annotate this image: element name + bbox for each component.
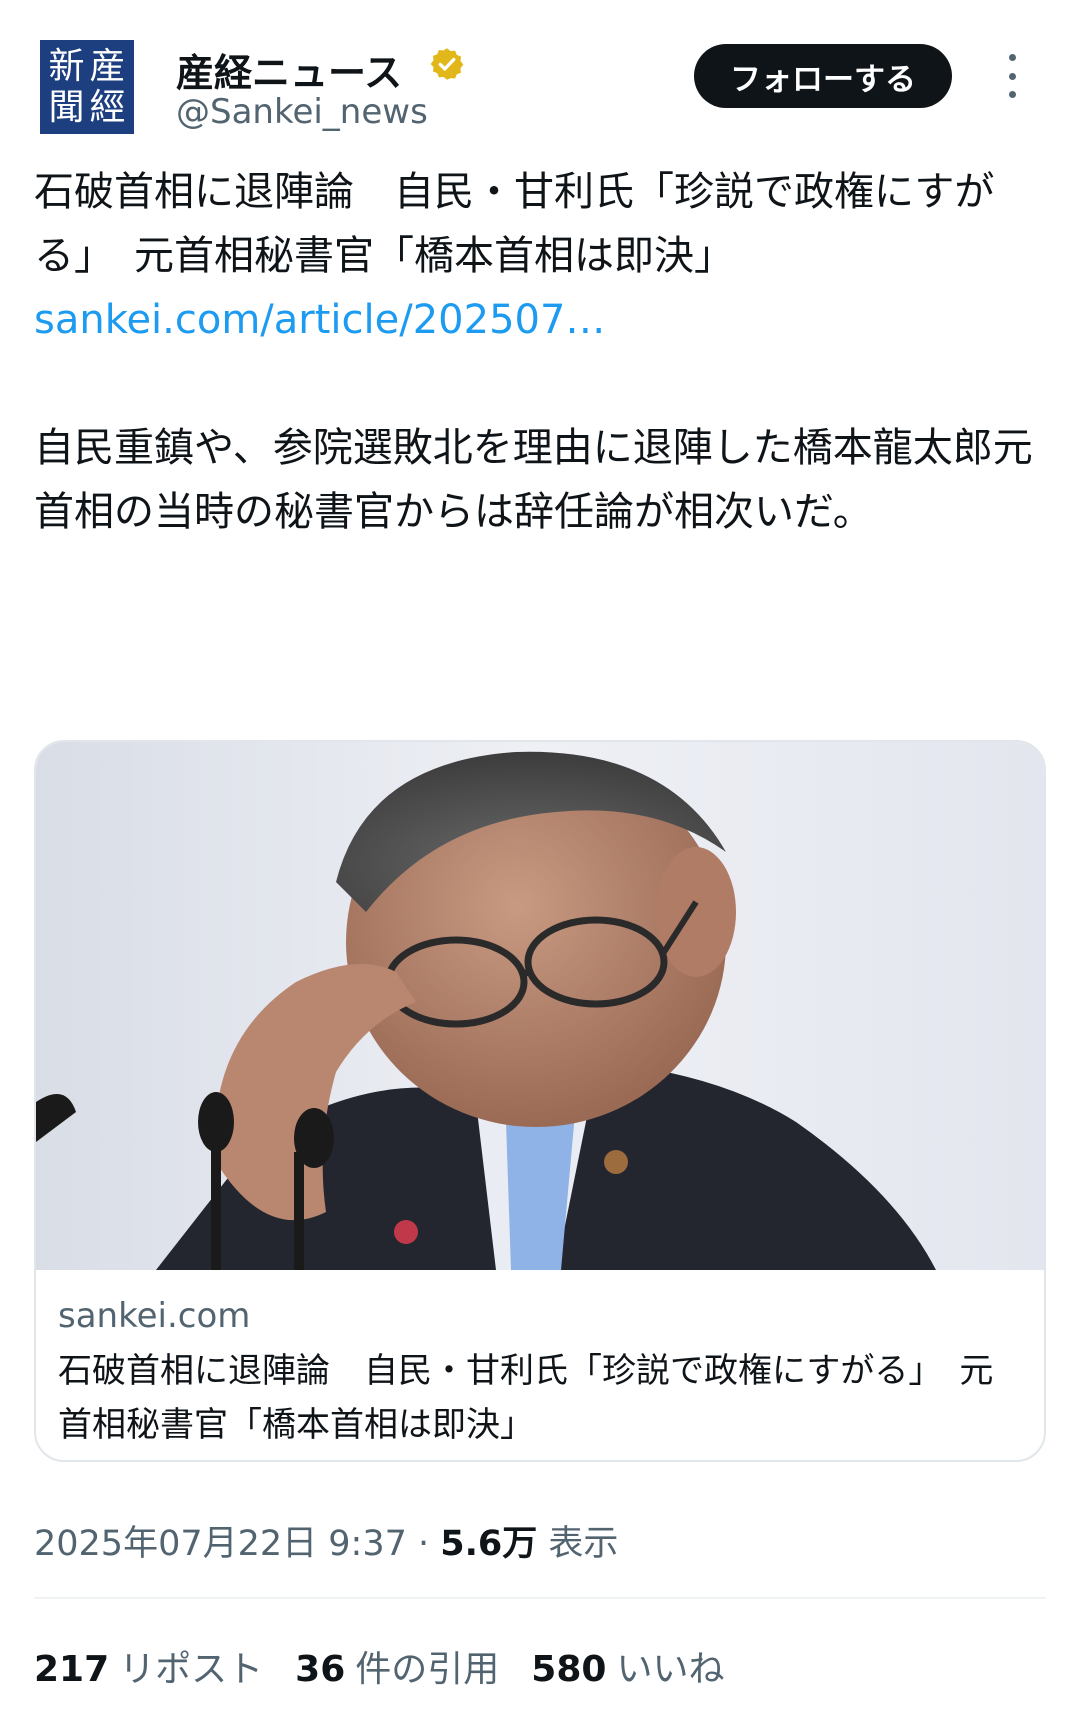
article-link[interactable]: sankei.com/article/202507… xyxy=(34,288,1034,352)
engagement-stats: 217 リポスト 36 件の引用 580 いいね xyxy=(34,1640,724,1692)
card-domain: sankei.com xyxy=(58,1296,251,1336)
card-meta: sankei.com 石破首相に退陣論 自民・甘利氏「珍説で政権にすがる」 元首… xyxy=(58,1292,1018,1452)
card-title: 石破首相に退陣論 自民・甘利氏「珍説で政権にすがる」 元首相秘書官「橋本首相は即… xyxy=(58,1351,994,1445)
quotes-count: 36 xyxy=(295,1649,346,1690)
tweet-text: 石破首相に退陣論 自民・甘利氏「珍説で政権にすがる」 元首相秘書官「橋本首相は即… xyxy=(34,160,1034,544)
divider xyxy=(34,1597,1046,1599)
tweet-page: 新 産 聞 經 産経ニュース @Sankei_news フォローする 石破首相に… xyxy=(0,0,1080,1726)
logo-char: 經 xyxy=(89,86,126,128)
logo-char: 聞 xyxy=(48,86,85,128)
tweet-body: 自民重鎮や、参院選敗北を理由に退陣した橋本龍太郎元首相の当時の秘書官からは辞任論… xyxy=(34,425,1033,535)
account-name[interactable]: 産経ニュース xyxy=(176,42,402,97)
likes-label: いいね xyxy=(616,1649,725,1690)
reposts-count: 217 xyxy=(34,1649,110,1690)
quotes-label: 件の引用 xyxy=(355,1649,500,1690)
tweet-header: 新 産 聞 經 産経ニュース @Sankei_news フォローする xyxy=(34,36,1046,136)
sankei-logo-avatar[interactable]: 新 産 聞 經 xyxy=(40,40,134,134)
timestamp-text[interactable]: 2025年07月22日 9:37 xyxy=(34,1524,407,1564)
logo-char: 産 xyxy=(89,45,126,87)
likes-stat[interactable]: 580 いいね xyxy=(531,1640,724,1692)
reposts-stat[interactable]: 217 リポスト xyxy=(34,1640,263,1692)
views-count: 5.6万 xyxy=(440,1524,538,1564)
tweet-headline: 石破首相に退陣論 自民・甘利氏「珍説で政権にすがる」 元首相秘書官「橋本首相は即… xyxy=(34,169,995,279)
reposts-label: リポスト xyxy=(119,1649,264,1690)
account-handle[interactable]: @Sankei_news xyxy=(176,92,428,132)
verified-badge-icon xyxy=(430,48,464,80)
follow-button[interactable]: フォローする xyxy=(694,44,952,108)
tweet-timestamp: 2025年07月22日 9:37 · 5.6万 表示 xyxy=(34,1515,618,1566)
article-photo[interactable] xyxy=(36,742,1044,1270)
likes-count: 580 xyxy=(531,1649,607,1690)
link-preview-card[interactable]: sankei.com 石破首相に退陣論 自民・甘利氏「珍説で政権にすがる」 元首… xyxy=(34,740,1046,1462)
quotes-stat[interactable]: 36 件の引用 xyxy=(295,1640,499,1692)
more-options-icon[interactable] xyxy=(1002,54,1022,98)
logo-char: 新 xyxy=(48,45,85,87)
views-label: 表示 xyxy=(537,1524,619,1564)
separator: · xyxy=(406,1524,441,1564)
